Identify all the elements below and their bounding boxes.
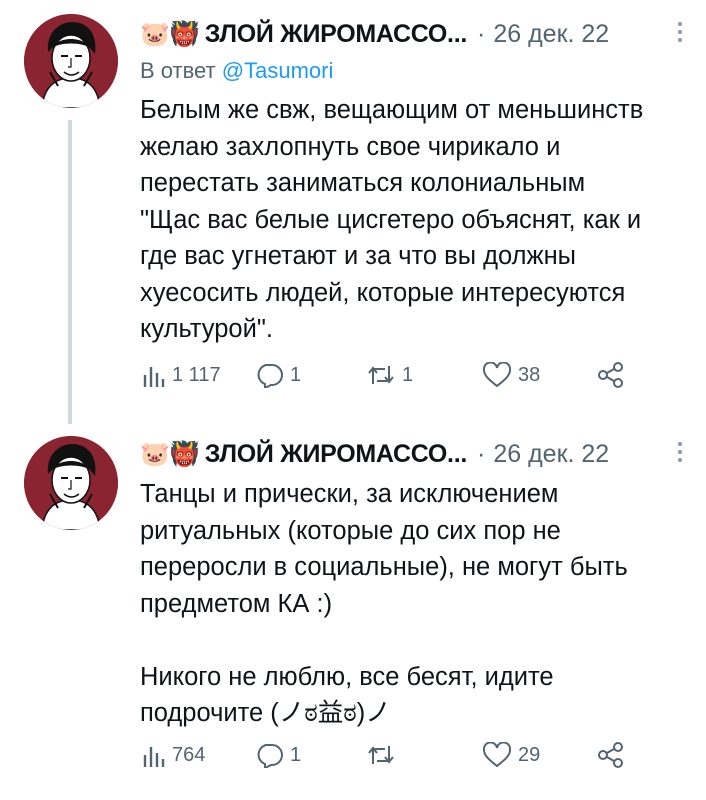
like-button[interactable]: 38 <box>482 362 540 388</box>
tweet-line: желаю захлопнуть свое чирикало и <box>140 132 561 161</box>
reply-button[interactable]: 1 <box>254 362 301 388</box>
avatar[interactable] <box>24 436 118 530</box>
tweet-text: Танцы и прически, за исключением ритуаль… <box>140 476 690 732</box>
like-icon <box>482 362 512 388</box>
tweet-line: переросли в социальные), не могут быть <box>140 553 628 581</box>
views-count: 1 117 <box>172 363 221 386</box>
tweet-line: где вас угнетают и за что вы должны <box>140 242 576 270</box>
views-button[interactable]: 1 117 <box>142 362 221 388</box>
tweet-date[interactable]: 26 дек. 22 <box>493 20 609 49</box>
reply-icon <box>257 744 283 768</box>
share-button[interactable] <box>596 742 626 768</box>
avatar[interactable] <box>24 14 118 108</box>
reply-prefix: В ответ <box>140 58 216 83</box>
tweet-line: Никого не люблю, все бесят, идите <box>140 662 554 691</box>
author-name[interactable]: ЗЛОЙ ЖИРОМАССО... <box>205 20 468 49</box>
retweet-count: 1 <box>402 363 414 386</box>
reply-button[interactable]: 1 <box>254 742 301 768</box>
tweet-header: 🐷👹 ЗЛОЙ ЖИРОМАССО... · 26 дек. 22 <box>140 434 686 474</box>
reply-context: В ответ @Tasumori <box>140 58 333 84</box>
tweet-line: Белым же свж, вещающим от меньшинств <box>140 96 644 124</box>
tweet-line: культурой". <box>140 315 273 343</box>
views-count: 764 <box>172 743 206 766</box>
share-icon <box>598 742 623 768</box>
retweet-icon <box>368 366 394 384</box>
tweet-line: хуесосить людей, которые интересуются <box>140 278 626 307</box>
tweet-line <box>140 622 690 659</box>
thread-line <box>68 120 72 424</box>
retweet-icon <box>368 746 394 764</box>
views-icon <box>143 367 165 387</box>
retweet-button[interactable] <box>366 742 402 768</box>
separator: · <box>477 19 486 48</box>
more-icon[interactable] <box>678 442 682 466</box>
tweet-header: 🐷👹 ЗЛОЙ ЖИРОМАССО... · 26 дек. 22 <box>140 14 686 54</box>
author-name[interactable]: ЗЛОЙ ЖИРОМАССО... <box>205 440 468 469</box>
author-emojis: 🐷👹 <box>140 20 200 48</box>
separator: · <box>477 439 486 468</box>
reply-count: 1 <box>290 363 302 386</box>
tweet-text: Белым же свж, вещающим от меньшинств жел… <box>140 92 690 348</box>
reply-handle[interactable]: @Tasumori <box>222 58 334 83</box>
like-count: 38 <box>518 363 541 386</box>
tweet-line: перестать заниматься колониальным <box>140 169 586 197</box>
tweet-line: Танцы и прически, за исключением <box>140 480 559 508</box>
tweet[interactable]: 🐷👹 ЗЛОЙ ЖИРОМАССО... · 26 дек. 22 В отве… <box>0 0 706 424</box>
share-icon <box>598 362 623 388</box>
like-icon <box>482 742 512 768</box>
like-button[interactable]: 29 <box>482 742 540 768</box>
tweet[interactable]: 🐷👹 ЗЛОЙ ЖИРОМАССО... · 26 дек. 22 Танцы … <box>0 420 706 800</box>
action-bar: 1 117 1 1 38 <box>140 362 706 398</box>
more-icon[interactable] <box>678 22 682 46</box>
author-emojis: 🐷👹 <box>140 440 200 468</box>
retweet-button[interactable]: 1 <box>366 362 413 388</box>
tweet-line: ритуальных (которые до сих пор не <box>140 516 561 545</box>
views-icon <box>143 747 165 767</box>
tweet-line: предметом КА :) <box>140 589 333 618</box>
reply-icon <box>257 364 283 388</box>
tweet-date[interactable]: 26 дек. 22 <box>493 440 609 469</box>
action-bar: 764 1 29 <box>140 742 706 778</box>
share-button[interactable] <box>596 362 626 388</box>
reply-count: 1 <box>290 743 302 766</box>
tweet-line: подрочите (ノಠ益ಠ)ノ <box>140 699 391 727</box>
like-count: 29 <box>518 743 541 766</box>
tweet-line: "Щас вас белые цисгетеро объяснят, как и <box>140 205 642 234</box>
views-button[interactable]: 764 <box>142 742 205 768</box>
